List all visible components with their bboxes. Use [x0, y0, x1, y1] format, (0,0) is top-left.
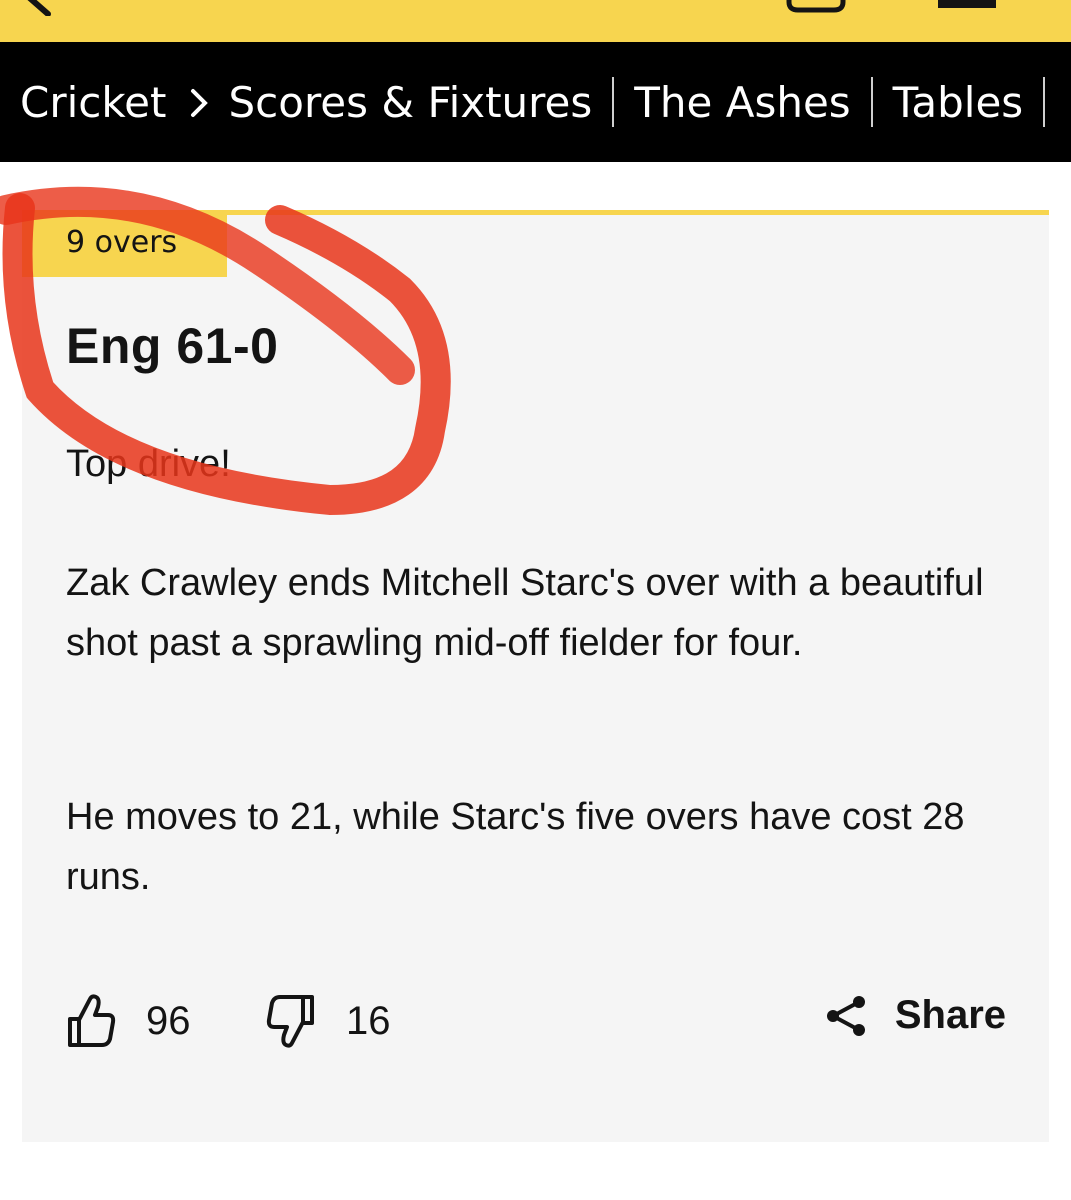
score-heading: Eng 61-0	[66, 318, 279, 374]
live-commentary-card: 9 overs Eng 61-0 Top drive! Zak Crawley …	[22, 210, 1049, 1142]
back-icon[interactable]	[22, 0, 62, 17]
commentary-headline: Top drive!	[66, 443, 231, 485]
dislike-count: 16	[346, 998, 391, 1043]
cart-icon[interactable]	[786, 0, 846, 14]
top-app-bar	[0, 0, 1071, 42]
reaction-bar: 96 16 Share	[66, 993, 1006, 1053]
like-count: 96	[146, 998, 191, 1043]
commentary-paragraph: He moves to 21, while Starc's five overs…	[66, 796, 965, 898]
nav-item-the-ashes[interactable]: The Ashes	[634, 78, 850, 127]
overs-badge: 9 overs	[22, 215, 227, 277]
breadcrumb-cricket[interactable]: Cricket	[20, 78, 167, 127]
thumbs-down-icon	[266, 995, 314, 1048]
nav-divider	[1043, 77, 1046, 127]
menu-icon[interactable]	[938, 0, 996, 8]
chevron-right-icon	[181, 82, 219, 122]
share-label: Share	[894, 993, 1006, 1037]
like-button[interactable]: 96	[66, 993, 191, 1049]
commentary-paragraph: Zak Crawley ends Mitchell Starc's over w…	[66, 562, 984, 664]
section-nav: Cricket Scores & Fixtures The Ashes Tabl…	[0, 42, 1071, 162]
dislike-button[interactable]: 16	[266, 993, 391, 1049]
nav-divider	[870, 77, 873, 127]
nav-item-scores-fixtures[interactable]: Scores & Fixtures	[229, 78, 593, 127]
nav-divider	[612, 77, 615, 127]
share-icon	[826, 995, 865, 1036]
thumbs-up-icon	[68, 994, 116, 1047]
nav-item-tables[interactable]: Tables	[893, 78, 1024, 127]
share-button[interactable]: Share	[825, 993, 1006, 1038]
